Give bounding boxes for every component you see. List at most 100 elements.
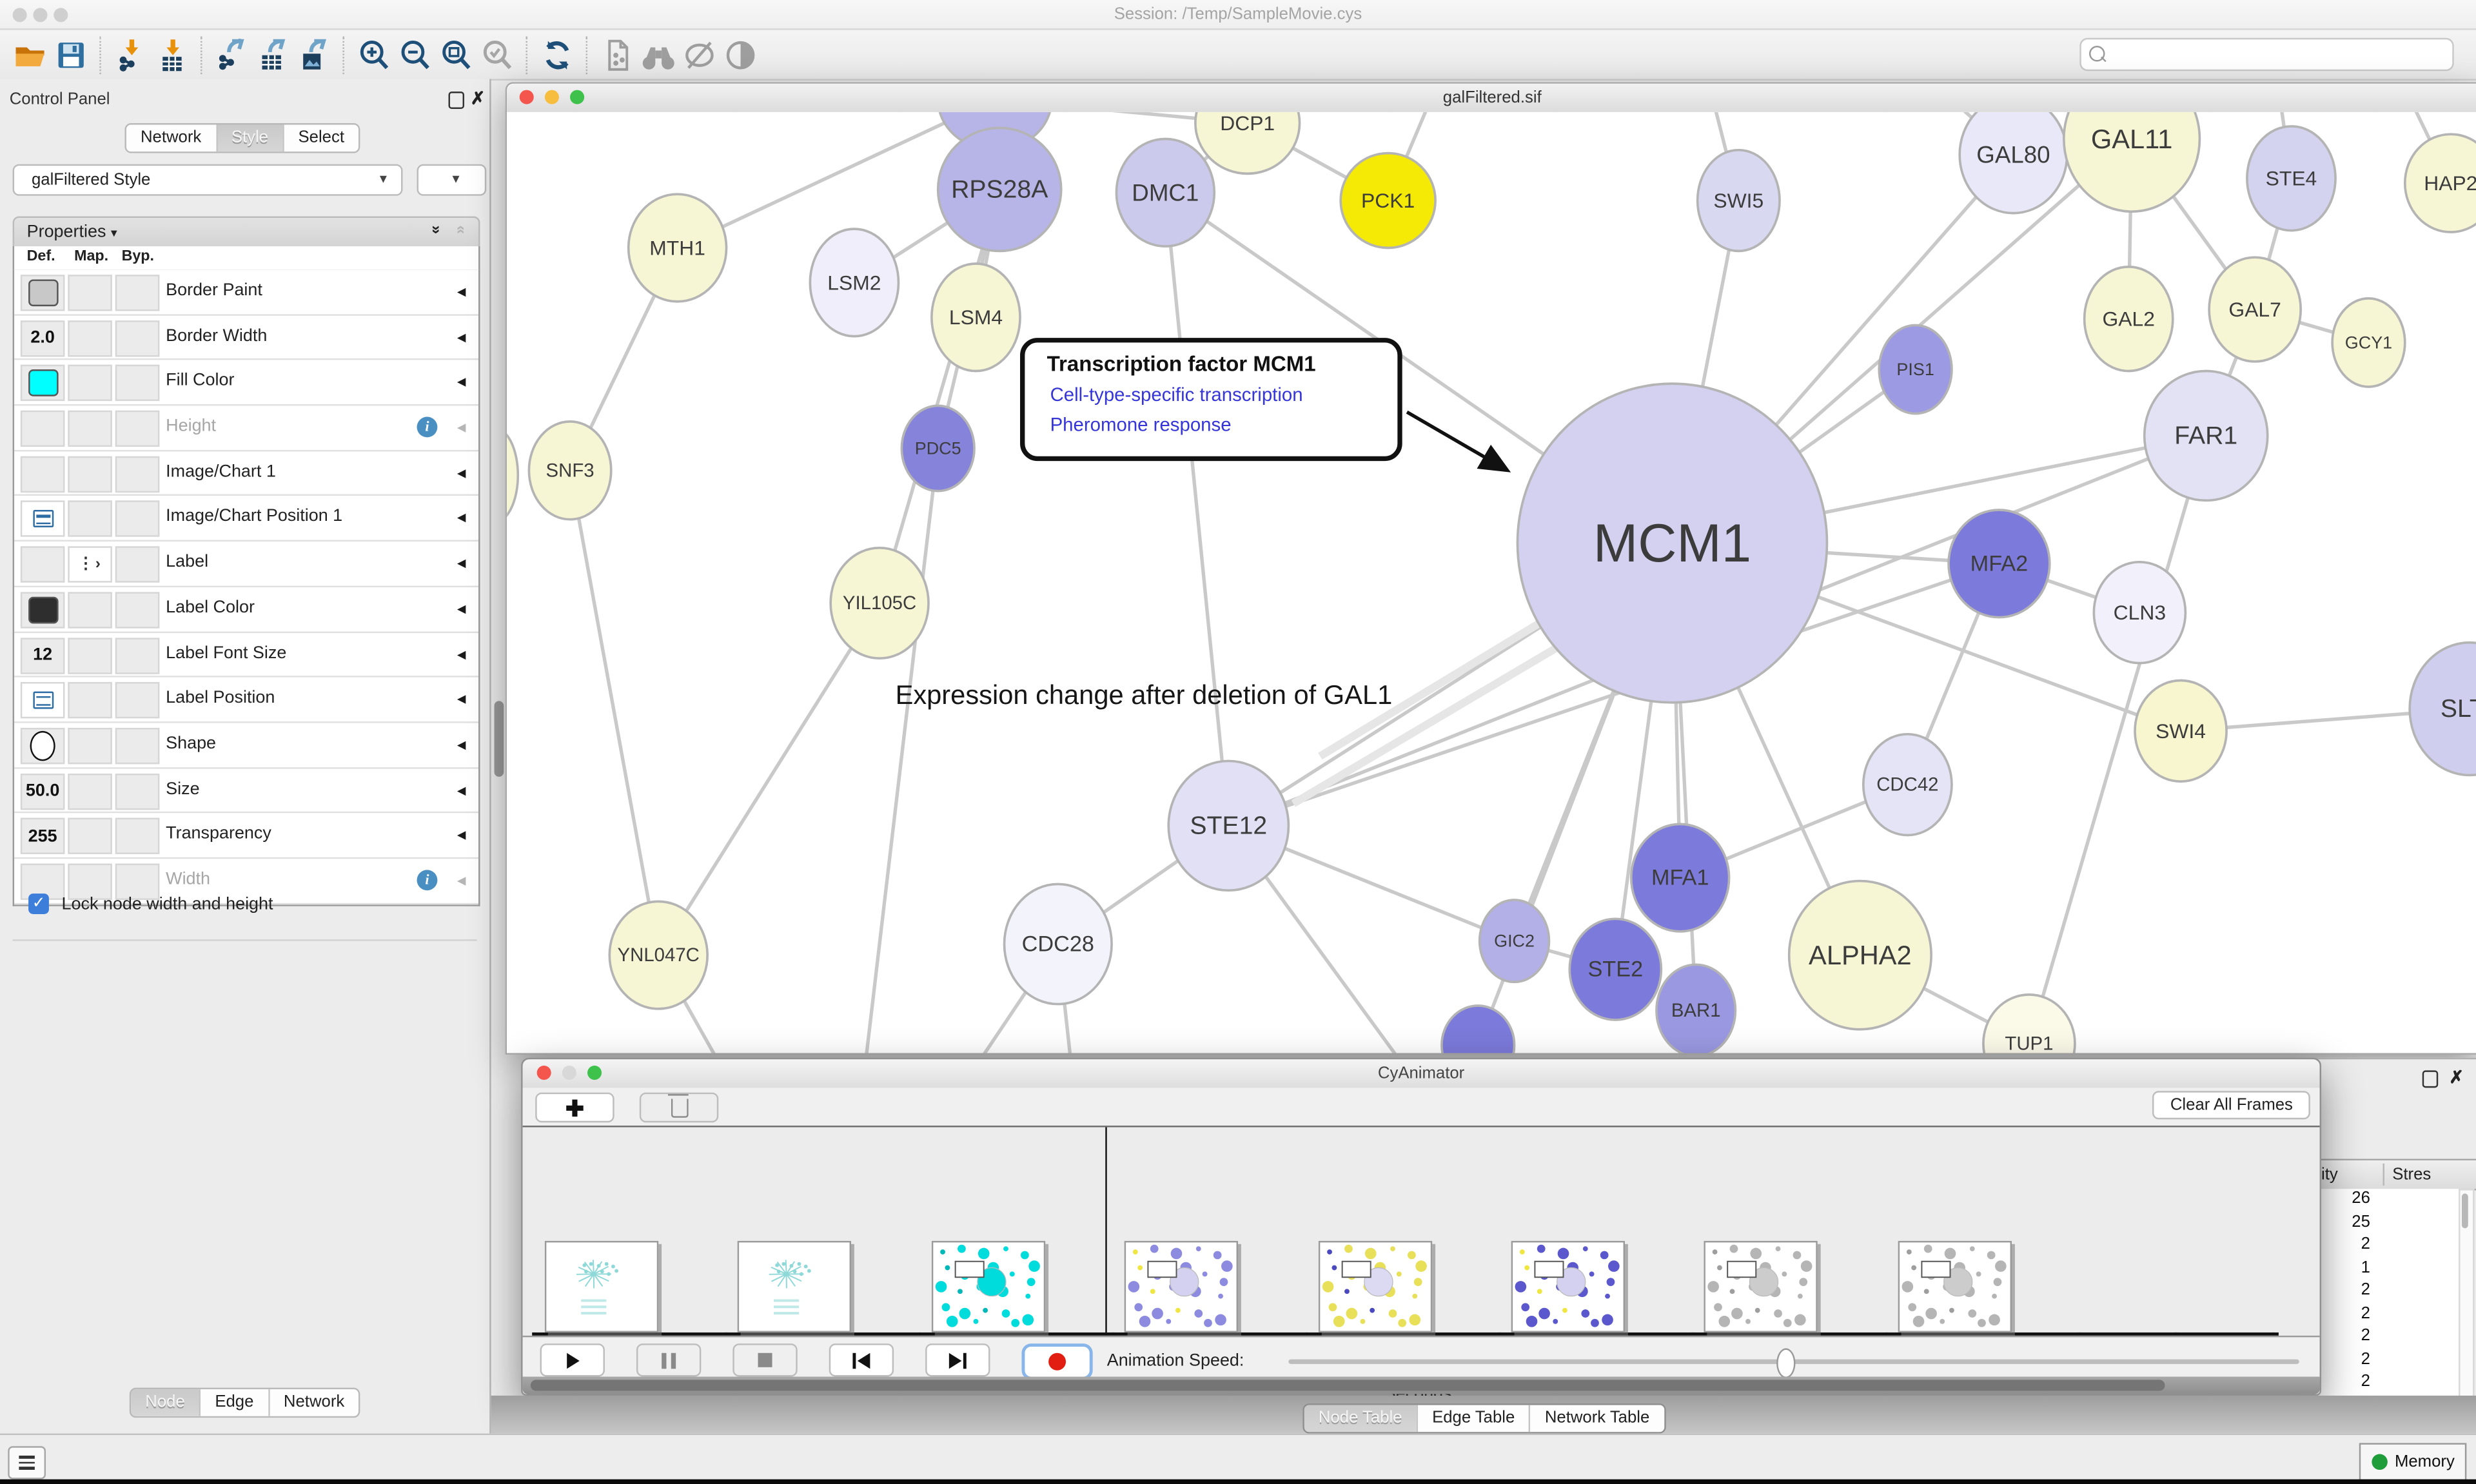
- export-image-icon[interactable]: [294, 34, 335, 75]
- mapping-cell[interactable]: ⋮›: [68, 547, 112, 583]
- default-value-cell[interactable]: [21, 456, 65, 492]
- bypass-cell[interactable]: [115, 275, 160, 311]
- expand-row-icon[interactable]: ◂: [457, 688, 466, 709]
- panel-resize-handle[interactable]: [495, 701, 504, 777]
- bypass-cell[interactable]: [115, 547, 160, 583]
- memory-button[interactable]: Memory: [2359, 1443, 2467, 1481]
- float-panel-icon[interactable]: [449, 92, 464, 109]
- default-value-cell[interactable]: 255: [21, 818, 65, 854]
- export-table-icon[interactable]: [253, 34, 294, 75]
- property-row-label-position[interactable]: Label Position◂: [14, 678, 478, 723]
- pause-button[interactable]: [636, 1343, 701, 1376]
- property-row-border-paint[interactable]: Border Paint◂: [14, 270, 478, 315]
- clear-all-frames-button[interactable]: Clear All Frames: [2153, 1091, 2310, 1119]
- tab-edge[interactable]: Edge: [201, 1389, 270, 1416]
- color-swatch[interactable]: [28, 370, 58, 397]
- close-panel-icon[interactable]: ✗: [471, 88, 486, 109]
- annotation-link[interactable]: Pheromone response: [1050, 414, 1232, 436]
- table-row[interactable]: 2: [2318, 1326, 2462, 1349]
- node-ste6[interactable]: [1442, 1006, 1515, 1053]
- zoom-in-icon[interactable]: [354, 34, 395, 75]
- zoom-out-icon[interactable]: [395, 34, 436, 75]
- network-canvas[interactable]: RPS28BDCP1RPS28ADMC1PCK1SWI5GAL80GAL11ST…: [507, 112, 2476, 1053]
- table-row[interactable]: 26: [2318, 1189, 2462, 1212]
- frame-thumbnail-0[interactable]: [545, 1241, 658, 1333]
- expand-row-icon[interactable]: ◂: [457, 281, 466, 302]
- table-row[interactable]: 2: [2318, 1235, 2462, 1258]
- expand-row-icon[interactable]: ◂: [457, 779, 466, 800]
- property-row-shape[interactable]: Shape◂: [14, 723, 478, 768]
- mapping-cell[interactable]: [68, 818, 112, 854]
- bypass-cell[interactable]: [115, 411, 160, 447]
- frame-thumbnail-4[interactable]: [1318, 1241, 1431, 1333]
- default-value-cell[interactable]: [21, 728, 65, 764]
- property-row-border-width[interactable]: 2.0Border Width◂: [14, 315, 478, 360]
- bypass-cell[interactable]: [115, 818, 160, 854]
- frame-thumbnail-7[interactable]: [1898, 1241, 2011, 1333]
- mapping-cell[interactable]: [68, 592, 112, 628]
- animation-speed-slider[interactable]: [1288, 1360, 2299, 1364]
- mapping-cell[interactable]: [68, 728, 112, 764]
- previous-frame-button[interactable]: [829, 1343, 894, 1376]
- properties-header[interactable]: Properties ▾ » »: [13, 217, 480, 248]
- default-value-cell[interactable]: [21, 682, 65, 718]
- property-row-label[interactable]: ⋮›Label◂: [14, 542, 478, 587]
- expand-row-icon[interactable]: ◂: [457, 371, 466, 392]
- tab-network-table[interactable]: Network Table: [1531, 1405, 1664, 1432]
- timeline-playhead[interactable]: [1106, 1128, 1107, 1333]
- default-value-cell[interactable]: [21, 366, 65, 402]
- property-row-label-color[interactable]: Label Color◂: [14, 587, 478, 632]
- bypass-cell[interactable]: [115, 456, 160, 492]
- table-row[interactable]: 25: [2318, 1212, 2462, 1235]
- style-options-button[interactable]: ▾: [417, 164, 487, 196]
- default-value-cell[interactable]: 50.0: [21, 773, 65, 809]
- hide-details-icon[interactable]: [679, 34, 720, 75]
- style-selector[interactable]: galFiltered Style ▾: [13, 164, 403, 196]
- node-edgecut[interactable]: [507, 428, 518, 523]
- color-swatch[interactable]: [28, 279, 58, 306]
- info-icon[interactable]: i: [417, 417, 438, 438]
- bypass-cell[interactable]: [115, 682, 160, 718]
- tab-node[interactable]: Node: [131, 1389, 201, 1416]
- mapping-cell[interactable]: [68, 320, 112, 356]
- tab-node-table[interactable]: Node Table: [1304, 1405, 1418, 1432]
- table-row[interactable]: 2: [2318, 1280, 2462, 1303]
- table-row[interactable]: 2: [2318, 1303, 2462, 1327]
- collapse-all-icon[interactable]: »: [453, 226, 470, 235]
- mapping-cell[interactable]: [68, 637, 112, 673]
- cyanimator-timeline[interactable]: 0123456789Seconds: [523, 1128, 2320, 1336]
- default-value-cell[interactable]: [21, 411, 65, 447]
- property-row-image-chart-position-1[interactable]: Image/Chart Position 1◂: [14, 496, 478, 542]
- next-frame-button[interactable]: [925, 1343, 990, 1376]
- slider-thumb[interactable]: [1776, 1348, 1795, 1378]
- cyanimator-scrollbar[interactable]: [523, 1377, 2320, 1394]
- add-frame-button[interactable]: ✚: [535, 1093, 614, 1123]
- tab-network[interactable]: Network: [126, 124, 217, 151]
- expand-row-icon[interactable]: ◂: [457, 643, 466, 664]
- zoom-selected-icon[interactable]: [477, 34, 518, 75]
- property-row-height[interactable]: Heighti◂: [14, 406, 478, 451]
- zoom-fit-icon[interactable]: [436, 34, 477, 75]
- export-network-icon[interactable]: [211, 34, 253, 75]
- property-row-transparency[interactable]: 255Transparency◂: [14, 814, 478, 859]
- float-panel-icon[interactable]: [2422, 1070, 2438, 1088]
- mapping-cell[interactable]: [68, 275, 112, 311]
- play-button[interactable]: [540, 1343, 605, 1376]
- mapping-cell[interactable]: [68, 501, 112, 537]
- frame-thumbnail-5[interactable]: [1511, 1241, 1625, 1333]
- results-scrollbar[interactable]: [2459, 1189, 2474, 1400]
- mapping-cell[interactable]: [68, 682, 112, 718]
- annotation-link[interactable]: Cell-type-specific transcription: [1050, 384, 1303, 405]
- mapping-cell[interactable]: [68, 411, 112, 447]
- default-value-cell[interactable]: [21, 275, 65, 311]
- table-row[interactable]: 1: [2318, 1258, 2462, 1281]
- expand-row-icon[interactable]: ◂: [457, 326, 466, 347]
- expand-row-icon[interactable]: ◂: [457, 825, 466, 845]
- expand-row-icon[interactable]: ◂: [457, 417, 466, 438]
- frame-thumbnail-6[interactable]: [1704, 1241, 1818, 1333]
- property-row-label-font-size[interactable]: 12Label Font Size◂: [14, 632, 478, 678]
- expand-all-icon[interactable]: »: [427, 226, 445, 235]
- expand-row-icon[interactable]: ◂: [457, 870, 466, 890]
- property-row-size[interactable]: 50.0Size◂: [14, 768, 478, 814]
- show-details-icon[interactable]: [720, 34, 761, 75]
